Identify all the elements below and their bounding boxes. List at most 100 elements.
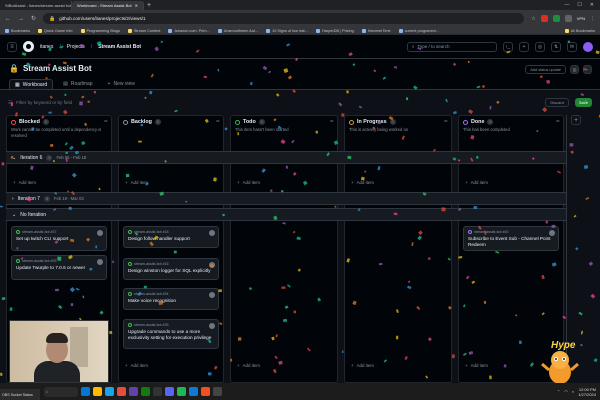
browser-tab-active[interactable]: Workboard - Stream Assist Bot ✕ <box>72 1 144 10</box>
taskbar-app-icon[interactable] <box>165 387 174 396</box>
card[interactable]: stream-assist-bot #34 Make voice recogni… <box>123 288 219 310</box>
maximize-icon[interactable]: ☐ <box>577 2 581 8</box>
minimize-icon[interactable]: — <box>564 2 569 8</box>
breadcrumb-user[interactable]: itanes <box>40 44 53 50</box>
plus-icon: + <box>13 179 16 185</box>
card[interactable]: stream-assist-bot #40 Subscribe to Event… <box>463 226 559 251</box>
taskbar-app-icon[interactable] <box>213 387 222 396</box>
column-menu-icon[interactable]: ··· <box>556 119 560 125</box>
taskbar-app-icon[interactable] <box>105 387 114 396</box>
card[interactable]: stream-assist-bot #37 Set up twitch CLI … <box>11 226 107 251</box>
issues-icon[interactable]: ◎ <box>535 41 545 52</box>
add-item-button[interactable]: + Add item <box>119 176 223 188</box>
extension-icon[interactable] <box>564 15 572 22</box>
taskbar-app-icon[interactable] <box>177 387 186 396</box>
extension-icon[interactable] <box>552 15 560 22</box>
github-logo-icon[interactable] <box>23 41 34 52</box>
window-controls: — ☐ ✕ <box>564 0 600 10</box>
bookmark-item[interactable]: HarperDB | Pricing <box>316 28 354 33</box>
tab-roadmap[interactable]: ▤ Roadmap <box>58 79 97 89</box>
card[interactable]: stream-assist-bot #93 Update Twurple to … <box>11 255 107 280</box>
column-menu-icon[interactable]: ··· <box>216 119 220 125</box>
group-title: Iteration 6 <box>20 154 43 161</box>
card[interactable]: stream-assist-bot #35 Upgrade commands t… <box>123 319 219 349</box>
taskbar-app-icon[interactable] <box>201 387 210 396</box>
card[interactable]: stream-assist-bot #16 Design winston log… <box>123 258 219 280</box>
clock[interactable]: 12:00 PM 1/27/2024 <box>578 387 596 397</box>
bookmark-item[interactable]: Amazon.com: Prim... <box>168 28 210 33</box>
folder-icon <box>564 28 569 33</box>
breadcrumb-projects[interactable]: Projects <box>67 44 85 50</box>
insights-icon[interactable]: ▥ <box>570 65 579 74</box>
bookmark-item[interactable]: current programmi... <box>398 28 439 33</box>
card[interactable]: stream-assist-bot #18 Design follow hand… <box>123 226 219 248</box>
reload-icon[interactable]: ↻ <box>31 15 36 22</box>
taskbar-app-icon[interactable] <box>93 387 102 396</box>
bookmark-item[interactable]: Quick Game Info <box>38 28 73 33</box>
wifi-icon[interactable]: ◠ <box>564 389 568 394</box>
bookmark-item[interactable]: Bookmarks <box>5 28 30 33</box>
all-bookmarks[interactable]: All Bookmarks <box>564 28 595 33</box>
plus-icon[interactable]: + <box>519 41 529 52</box>
bookmark-item[interactable]: 10 Signs of low inte... <box>266 28 308 33</box>
taskbar-app-icon[interactable] <box>141 387 150 396</box>
add-column-button[interactable]: + <box>571 115 581 125</box>
add-item-button[interactable]: + Add item <box>7 176 111 188</box>
column-description: This item hasn't been started <box>235 127 289 132</box>
taskbar-app-icon[interactable] <box>81 387 90 396</box>
group-row-no-iteration[interactable]: ⌄ No Iteration <box>6 208 566 221</box>
save-button[interactable]: Save <box>574 98 592 107</box>
search-input[interactable]: ⌕ Type / to search <box>407 41 497 52</box>
group-dates: Feb 05 - Feb 18 <box>56 155 87 160</box>
add-item-button[interactable]: + Add item <box>459 176 563 188</box>
browser-tab[interactable]: StBotAssist - Itanes/stream-assist bot ✕ <box>0 1 72 10</box>
issue-open-icon <box>128 323 132 327</box>
new-tab-button[interactable]: + <box>144 1 154 10</box>
tab-workboard[interactable]: ▦ Workboard <box>9 79 54 89</box>
volume-icon[interactable]: ◖ <box>572 389 574 394</box>
taskbar-app-icon[interactable] <box>117 387 126 396</box>
discard-button[interactable]: Discard <box>545 98 569 107</box>
taskbar-search[interactable]: ⌕ <box>44 386 78 397</box>
taskbar-app-icon[interactable] <box>129 387 138 396</box>
terminal-icon[interactable]: ›_ <box>503 41 513 52</box>
back-icon[interactable]: ← <box>5 16 11 22</box>
chevron-up-icon[interactable]: ⌃ <box>557 389 560 394</box>
tab-new-view[interactable]: + New view <box>103 79 140 89</box>
url-field[interactable]: 🔒 github.com/users/itanes/projects/2/vie… <box>43 13 525 24</box>
bookmark-item[interactable]: Stream Content <box>127 28 160 33</box>
star-icon[interactable]: ☆ <box>531 16 535 22</box>
menu-icon[interactable]: ⋮ <box>590 16 595 22</box>
extension-icon[interactable] <box>540 15 548 22</box>
bookmark-item[interactable]: Unsmoothmen Aut... <box>217 28 258 33</box>
add-item-button[interactable]: + Add item <box>231 176 337 188</box>
column-menu-icon[interactable]: ··· <box>330 119 334 125</box>
taskbar-app-icon[interactable] <box>153 387 162 396</box>
close-window-icon[interactable]: ✕ <box>590 2 594 8</box>
bookmark-item[interactable]: Programming Blogs <box>80 28 120 33</box>
add-status-update-button[interactable]: Add status update <box>525 65 566 74</box>
more-options-icon[interactable]: ⋯ <box>583 65 592 74</box>
breadcrumb-project[interactable]: Stream Assist Bot <box>98 44 141 50</box>
close-icon[interactable]: ✕ <box>135 3 138 8</box>
inbox-icon[interactable]: ✉ <box>567 41 577 52</box>
add-item-button[interactable]: + Add item <box>345 176 451 188</box>
add-item-button[interactable]: + Add item <box>119 359 223 371</box>
folder-icon <box>38 28 42 33</box>
vpn-badge[interactable]: VPN <box>577 16 585 21</box>
forward-icon[interactable]: → <box>18 16 24 22</box>
filter-input[interactable]: ☰ Filter by keyword or by field <box>8 98 539 108</box>
column-menu-icon[interactable]: ··· <box>104 119 108 125</box>
pull-requests-icon[interactable]: ⇅ <box>551 41 561 52</box>
bookmark-star-icon <box>5 28 9 33</box>
taskbar-app-icon[interactable] <box>189 387 198 396</box>
avatar[interactable] <box>583 41 593 52</box>
column-menu-icon[interactable]: ··· <box>444 119 448 125</box>
add-item-button[interactable]: + Add item <box>345 359 451 371</box>
bookmark-item[interactable]: HammerTime <box>361 28 391 33</box>
group-row-iteration-7[interactable]: › Iteration 7 0 Feb 19 - Mar 03 <box>6 192 566 205</box>
hamburger-menu-icon[interactable]: ≡ <box>7 41 17 52</box>
group-row-iteration-6[interactable]: ⌄ Iteration 6 0 Feb 05 - Feb 18 <box>6 151 566 164</box>
add-item-button[interactable]: + Add item <box>231 359 337 371</box>
obs-socket-status: OBS Socket Status <box>0 389 40 400</box>
